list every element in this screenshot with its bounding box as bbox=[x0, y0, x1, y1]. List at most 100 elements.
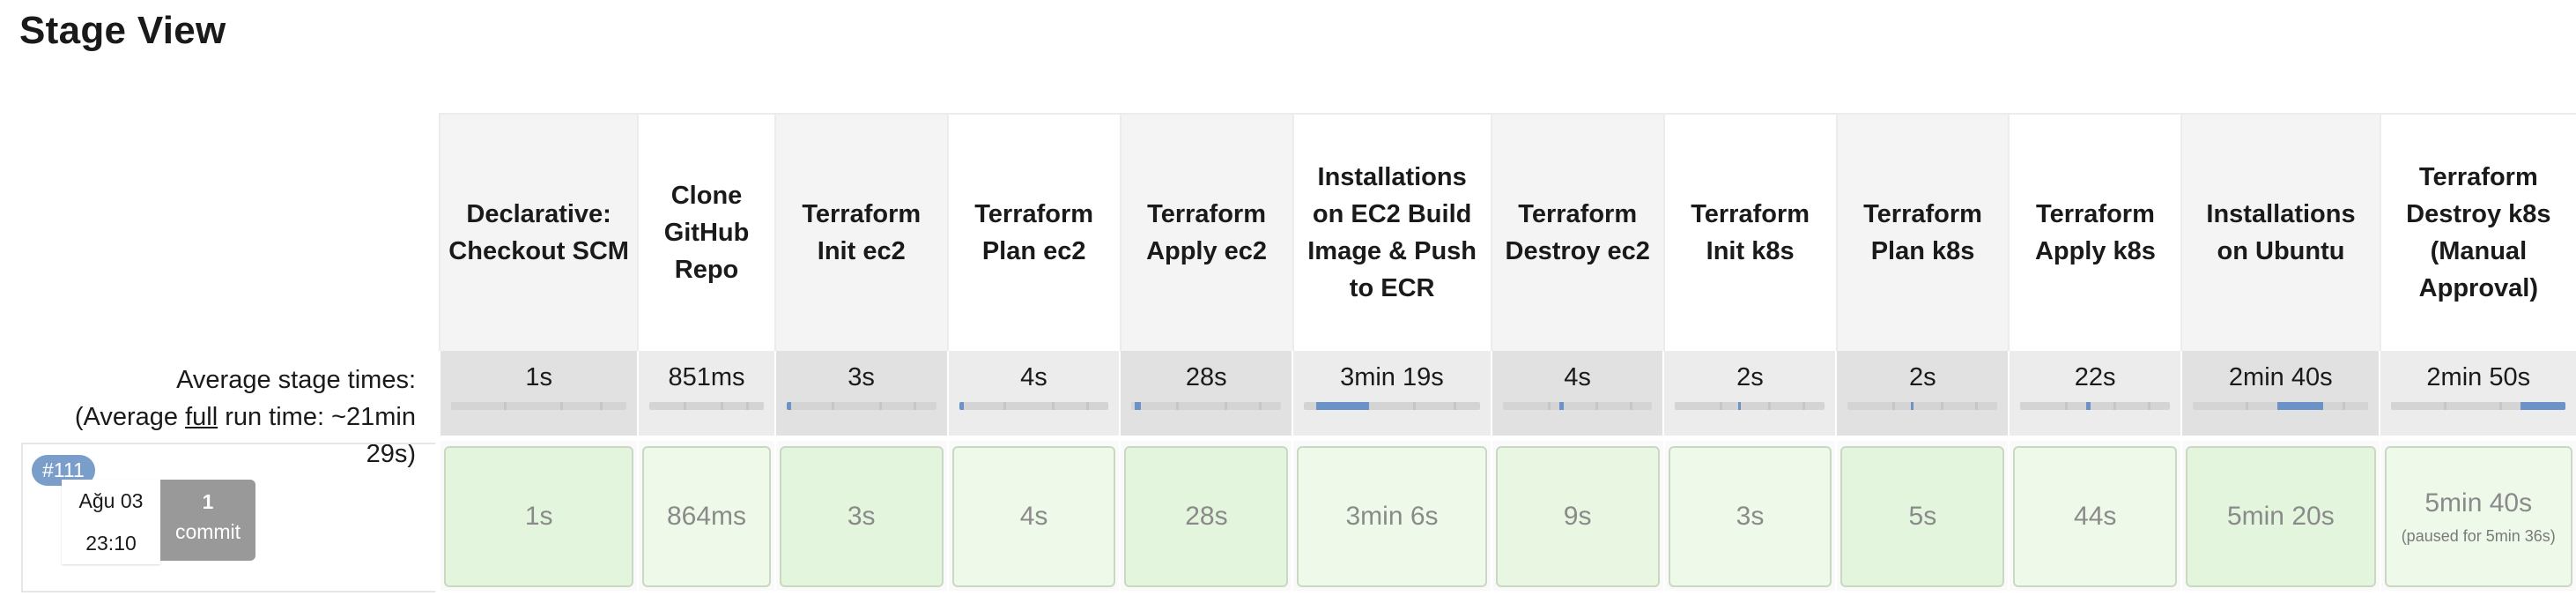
stage-run-box[interactable]: 864ms bbox=[642, 446, 771, 587]
bar-tick bbox=[1003, 402, 1007, 410]
stage-header-10: Terraform Apply k8s bbox=[2008, 115, 2180, 351]
full-run-time-link[interactable]: full bbox=[185, 403, 218, 431]
stage-run-cell-10[interactable]: 44s bbox=[2008, 441, 2181, 591]
stage-average-bar bbox=[649, 402, 764, 410]
bar-tick bbox=[914, 402, 917, 410]
build-date: Ağu 03 23:10 bbox=[62, 480, 160, 564]
stage-average-bar bbox=[1502, 402, 1653, 410]
stage-run-cell-8[interactable]: 3s bbox=[1662, 441, 1836, 591]
bar-fill bbox=[2085, 402, 2091, 410]
stage-average-time: 22s bbox=[2074, 363, 2116, 391]
stage-run-time: 864ms bbox=[667, 502, 747, 531]
bar-tick bbox=[1176, 402, 1180, 410]
bar-tick bbox=[1595, 402, 1598, 410]
bar-tick bbox=[746, 402, 750, 410]
stage-run-cell-6[interactable]: 3min 6s bbox=[1292, 441, 1491, 591]
bar-tick bbox=[600, 402, 603, 410]
stage-average-bar bbox=[1131, 402, 1282, 410]
bar-tick bbox=[2498, 402, 2502, 410]
stage-run-box[interactable]: 5min 20s bbox=[2186, 446, 2376, 587]
stage-average-bar bbox=[959, 402, 1109, 410]
stage-run-box[interactable]: 9s bbox=[1495, 446, 1660, 587]
bar-tick bbox=[878, 402, 882, 410]
stage-average-4: 4s bbox=[946, 351, 1120, 436]
stage-average-9: 2s bbox=[1835, 351, 2009, 436]
stage-average-time: 2min 40s bbox=[2228, 363, 2333, 391]
stage-average-bar bbox=[1675, 402, 1825, 410]
stage-run-cell-1[interactable]: 1s bbox=[439, 441, 638, 591]
stage-average-time: 2s bbox=[1736, 363, 1764, 391]
build-date-day: Ağu 03 bbox=[78, 489, 144, 512]
bar-fill bbox=[786, 402, 791, 410]
stage-run-box[interactable]: 3s bbox=[1668, 446, 1832, 587]
bar-fill bbox=[1316, 402, 1369, 410]
stage-run-time: 5s bbox=[1908, 502, 1937, 531]
stage-run-box[interactable]: 5min 40s (paused for 5min 36s) bbox=[2384, 446, 2572, 587]
stage-run-time: 1s bbox=[524, 502, 553, 531]
stage-run-cell-7[interactable]: 9s bbox=[1490, 441, 1663, 591]
stage-run-box[interactable]: 3min 6s bbox=[1297, 446, 1487, 587]
stage-average-12: 2min 50s bbox=[2379, 351, 2576, 436]
stage-header-6: Installations on EC2 Build Image & Push … bbox=[1292, 115, 1491, 351]
stage-run-time: 44s bbox=[2074, 502, 2117, 531]
stage-average-bar bbox=[451, 402, 627, 410]
stage-average-7: 4s bbox=[1490, 351, 1663, 436]
bar-tick bbox=[831, 402, 834, 410]
bar-tick bbox=[720, 402, 723, 410]
bar-tick bbox=[1940, 402, 1943, 410]
bar-tick bbox=[684, 402, 687, 410]
stage-run-cell-11[interactable]: 5min 20s bbox=[2180, 441, 2380, 591]
stage-run-box[interactable]: 4s bbox=[951, 446, 1116, 587]
stage-average-1: 1s bbox=[439, 351, 638, 436]
avg-times-line1: Average stage times: bbox=[176, 366, 416, 394]
commit-count: 1 bbox=[202, 490, 214, 513]
stage-run-time: 9s bbox=[1563, 502, 1592, 531]
stage-average-bar bbox=[1304, 402, 1480, 410]
stage-run-time: 3s bbox=[847, 502, 876, 531]
bar-fill bbox=[2520, 402, 2565, 410]
bar-tick bbox=[1802, 402, 1805, 410]
stage-run-box[interactable]: 3s bbox=[779, 446, 944, 587]
stage-run-cell-3[interactable]: 3s bbox=[774, 441, 947, 591]
stage-run-time: 4s bbox=[1019, 502, 1048, 531]
build-date-time: 23:10 bbox=[85, 532, 137, 555]
stage-run-box[interactable]: 44s bbox=[2013, 446, 2178, 587]
bar-tick bbox=[1630, 402, 1632, 410]
stage-average-bar bbox=[2020, 402, 2171, 410]
stage-run-cell-5[interactable]: 28s bbox=[1119, 441, 1292, 591]
stage-average-time: 1s bbox=[525, 363, 553, 391]
stage-average-time: 2min 50s bbox=[2426, 363, 2531, 391]
stage-run-cell-12[interactable]: 5min 40s (paused for 5min 36s) bbox=[2379, 441, 2576, 591]
stage-run-cell-4[interactable]: 4s bbox=[946, 441, 1120, 591]
stage-average-time: 3s bbox=[848, 363, 875, 391]
stage-header-7: Terraform Destroy ec2 bbox=[1490, 115, 1663, 351]
stage-average-6: 3min 19s bbox=[1292, 351, 1491, 436]
stage-run-time: 3s bbox=[1736, 502, 1765, 531]
build-run-row: 1s 864ms 3s 4s 28s 3min 6s 9s 3s 5s 44s 5min 20s 5m… bbox=[439, 441, 2576, 591]
bar-tick bbox=[1547, 402, 1551, 410]
bar-tick bbox=[503, 402, 507, 410]
bar-tick bbox=[1051, 402, 1055, 410]
stage-run-note: (paused for 5min 36s) bbox=[2401, 526, 2556, 545]
stage-run-cell-9[interactable]: 5s bbox=[1835, 441, 2009, 591]
stage-run-box[interactable]: 5s bbox=[1840, 446, 2005, 587]
stage-run-cell-2[interactable]: 864ms bbox=[637, 441, 774, 591]
bar-tick bbox=[1892, 402, 1896, 410]
bar-fill bbox=[1910, 402, 1914, 410]
average-times-row: 1s 851ms 3s 4s 28s 3min 19s 4s 2s 2s 22s 2min 40s 2… bbox=[439, 351, 2576, 436]
stage-average-bar bbox=[1847, 402, 1998, 410]
stage-average-8: 2s bbox=[1662, 351, 1836, 436]
stage-run-box[interactable]: 28s bbox=[1124, 446, 1289, 587]
bar-tick bbox=[2443, 402, 2446, 410]
commit-count-button[interactable]: 1 commit bbox=[160, 480, 255, 561]
bar-tick bbox=[1453, 402, 1456, 410]
bar-fill bbox=[959, 402, 964, 410]
bar-fill bbox=[2276, 402, 2323, 410]
stage-header-9: Terraform Plan k8s bbox=[1835, 115, 2009, 351]
stage-header-3: Terraform Init ec2 bbox=[774, 115, 947, 351]
bar-fill bbox=[1134, 402, 1141, 410]
bar-tick bbox=[2147, 402, 2150, 410]
stage-average-time: 4s bbox=[1564, 363, 1591, 391]
bar-tick bbox=[1224, 402, 1227, 410]
stage-run-box[interactable]: 1s bbox=[444, 446, 634, 587]
